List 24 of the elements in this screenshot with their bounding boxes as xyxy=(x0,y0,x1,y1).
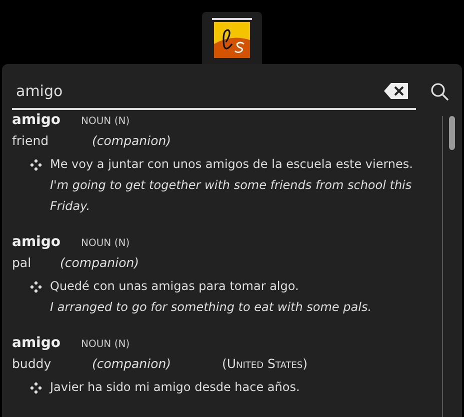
sense-label: (companion) xyxy=(60,255,140,270)
bullet-icon xyxy=(30,382,42,394)
translation: pal xyxy=(12,255,32,270)
example-sentence: Me voy a juntar con unos amigos de la escuela este viernes. xyxy=(50,156,414,173)
part-of-speech: NOUN (N) xyxy=(81,238,130,249)
headword: amigo xyxy=(12,335,62,351)
search-field[interactable]: amigo xyxy=(16,82,380,100)
part-of-speech: NOUN (N) xyxy=(81,116,130,127)
region-label: (United States) xyxy=(222,356,308,371)
example-translation: I'm going to get together with some friends from school this Friday. xyxy=(50,177,413,215)
part-of-speech: NOUN (N) xyxy=(81,339,130,350)
headword: amigo xyxy=(12,234,62,250)
scrollbar-thumb[interactable] xyxy=(449,116,455,150)
app-logo-icon[interactable] xyxy=(212,18,252,58)
bullet-icon xyxy=(30,159,42,171)
example-sentence: Javier ha sido mi amigo desde hace años. xyxy=(50,379,301,396)
translation: friend xyxy=(12,133,50,148)
example-translation: I arranged to go for something to eat with some pals. xyxy=(50,299,373,316)
sense-label: (companion) xyxy=(92,133,172,148)
translation: buddy xyxy=(12,356,52,371)
headword: amigo xyxy=(12,112,62,128)
example-sentence: Quedé con unas amigas para tomar algo. xyxy=(50,278,300,295)
bullet-icon xyxy=(30,281,42,293)
sense-label: (companion) xyxy=(92,356,172,371)
